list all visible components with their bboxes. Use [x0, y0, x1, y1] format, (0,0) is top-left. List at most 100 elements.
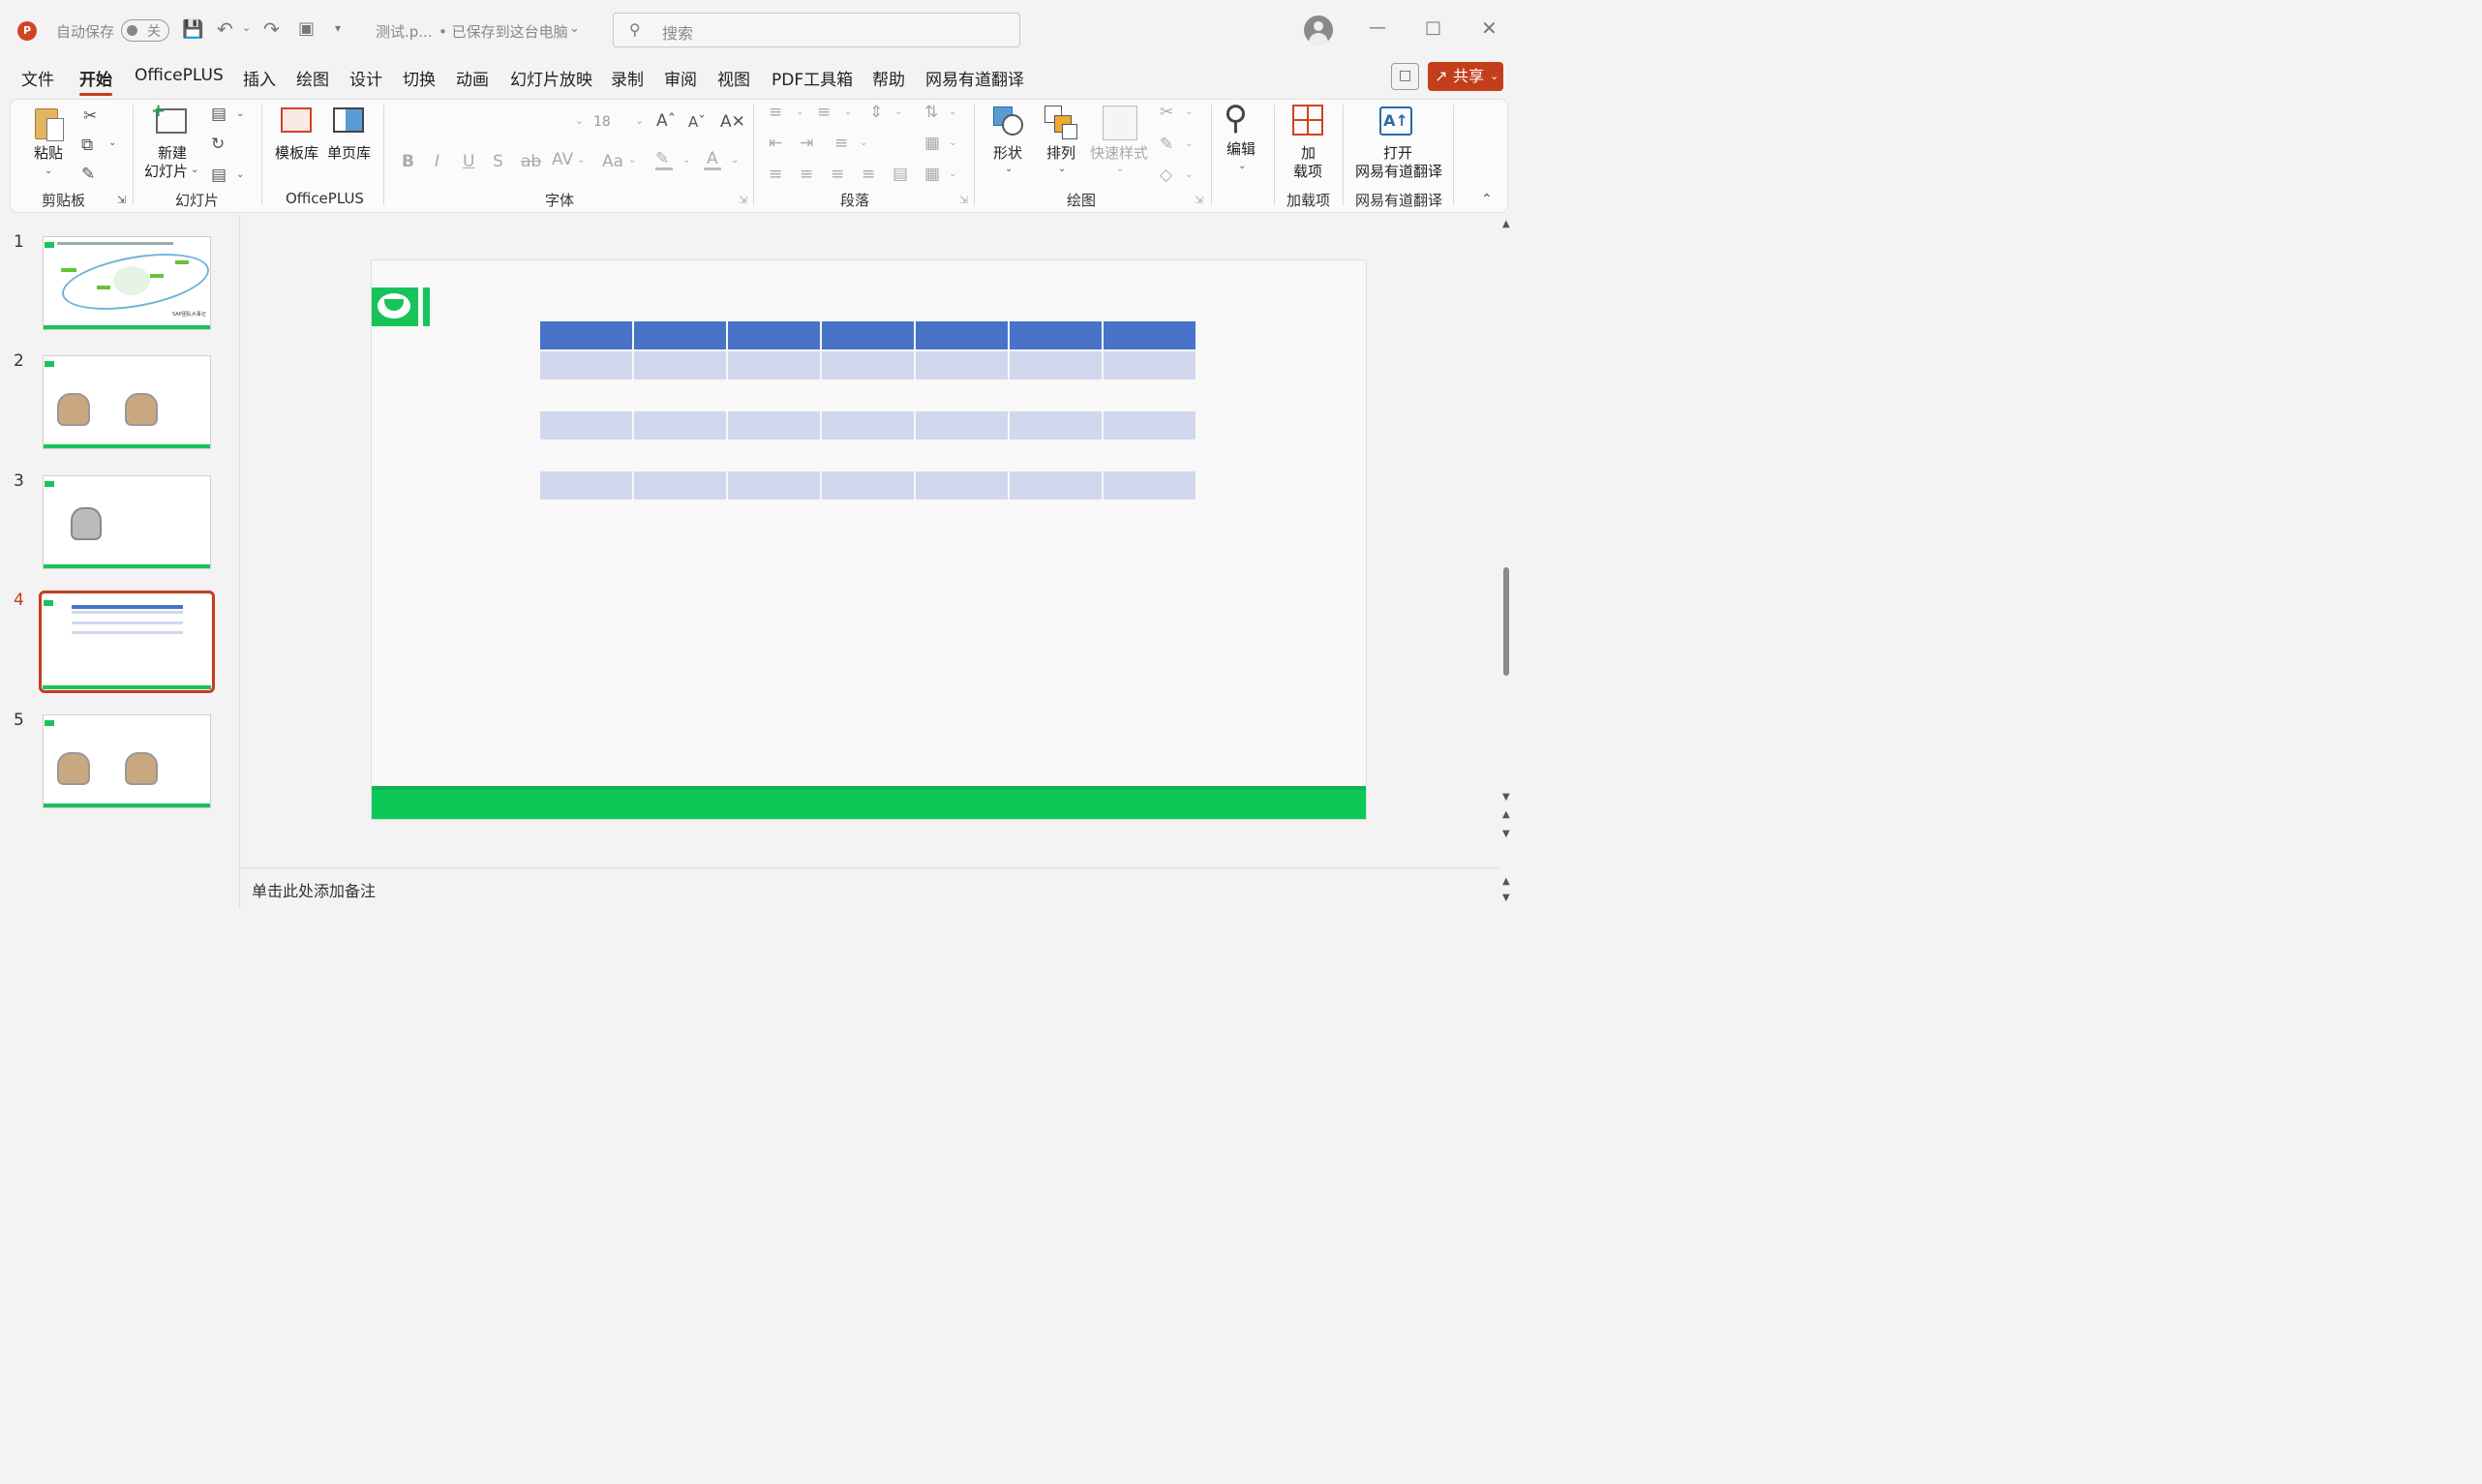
chevron-down-icon[interactable]: ⌄	[949, 106, 956, 117]
chevron-down-icon[interactable]: ⌄	[236, 169, 244, 180]
notes-pane[interactable]: 单击此处添加备注	[240, 867, 1498, 908]
chevron-down-icon[interactable]: ⌄	[844, 106, 852, 117]
slide-thumbnail-2[interactable]	[43, 355, 211, 449]
slide-thumbnail-5[interactable]	[43, 714, 211, 808]
tab-youdao[interactable]: 网易有道翻译	[925, 66, 1024, 90]
minimize-icon[interactable]: —	[1369, 17, 1386, 38]
font-size-field[interactable]: 18	[593, 114, 611, 130]
editing-button[interactable]: ⚲ 编辑 ⌄	[1222, 99, 1260, 178]
tab-slideshow[interactable]: 幻灯片放映	[510, 66, 592, 90]
chevron-down-icon[interactable]: ⌄	[731, 155, 739, 166]
font-name-dropdown-icon[interactable]: ⌄	[575, 114, 584, 127]
shadow-icon[interactable]: S	[493, 152, 503, 171]
tab-view[interactable]: 视图	[717, 66, 750, 90]
slide-thumbnail-4[interactable]	[43, 595, 211, 689]
chevron-down-icon[interactable]: ⌄	[236, 108, 244, 119]
maximize-icon[interactable]: □	[1425, 17, 1441, 38]
table-cell[interactable]	[634, 441, 726, 469]
chevron-down-icon[interactable]: ⌄	[894, 106, 902, 117]
table-cell[interactable]	[1104, 471, 1196, 500]
table-cell[interactable]	[634, 471, 726, 500]
tab-officeplus[interactable]: OfficePLUS	[135, 66, 224, 85]
table-cell[interactable]	[728, 441, 820, 469]
table-cell[interactable]	[634, 321, 726, 349]
tab-review[interactable]: 审阅	[664, 66, 697, 90]
italic-icon[interactable]: I	[435, 152, 439, 171]
decrease-font-icon[interactable]: Aˇ	[688, 113, 706, 131]
table-cell[interactable]	[822, 441, 914, 469]
shape-effects-icon[interactable]: ◇	[1160, 166, 1172, 185]
slide-table[interactable]	[538, 319, 1197, 501]
dialog-launcher-icon[interactable]: ⇲	[1195, 194, 1203, 206]
undo-dropdown-icon[interactable]: ⌄	[242, 21, 251, 34]
justify-icon[interactable]: ≡	[862, 165, 875, 184]
table-cell[interactable]	[1010, 351, 1102, 379]
change-case-icon[interactable]: Aa	[602, 152, 623, 171]
next-slide-icon[interactable]: ▼	[1502, 829, 1510, 839]
layout-icon[interactable]: ▤	[211, 105, 227, 124]
save-icon[interactable]: 💾	[182, 19, 203, 40]
chevron-down-icon[interactable]: ⌄	[569, 21, 580, 36]
scroll-up-icon[interactable]: ▲	[1502, 219, 1510, 229]
highlight-icon[interactable]: ✎	[655, 149, 669, 168]
redo-icon[interactable]: ↷	[263, 17, 280, 41]
numbering-icon[interactable]: ≡	[817, 103, 831, 122]
table-cell[interactable]	[728, 381, 820, 409]
table-cell[interactable]	[540, 441, 632, 469]
table-cell[interactable]	[1010, 441, 1102, 469]
table-cell[interactable]	[540, 471, 632, 500]
search-input[interactable]: 搜索	[662, 20, 693, 44]
chevron-down-icon[interactable]: ⌄	[1185, 138, 1193, 149]
dialog-launcher-icon[interactable]: ⇲	[739, 194, 747, 206]
slide-thumbnail-1[interactable]: SAP团队大事记	[43, 236, 211, 330]
avatar[interactable]	[1304, 15, 1333, 45]
line-spacing-icon[interactable]: ⇕	[869, 103, 883, 122]
table-cell[interactable]	[540, 381, 632, 409]
chevron-down-icon[interactable]: ⌄	[628, 155, 636, 166]
table-cell[interactable]	[916, 411, 1008, 439]
chevron-down-icon[interactable]: ⌄	[860, 137, 867, 148]
table-cell[interactable]	[916, 321, 1008, 349]
chevron-down-icon[interactable]: ⌄	[577, 155, 585, 166]
reset-slide-icon[interactable]: ↻	[211, 135, 225, 154]
autosave-toggle[interactable]: 关	[121, 19, 169, 42]
table-cell[interactable]	[1010, 471, 1102, 500]
arrange-button[interactable]: 排列 ⌄	[1043, 103, 1081, 180]
tab-transitions[interactable]: 切换	[403, 66, 436, 90]
decrease-indent-icon[interactable]: ⇤	[769, 134, 782, 153]
tab-help[interactable]: 帮助	[872, 66, 905, 90]
table-cell[interactable]	[540, 321, 632, 349]
align-right-icon[interactable]: ≡	[831, 165, 844, 184]
search-box[interactable]: ⚲ 搜索	[613, 13, 1020, 47]
table-cell[interactable]	[1010, 321, 1102, 349]
scrollbar-thumb[interactable]	[1503, 567, 1509, 676]
chevron-down-icon[interactable]: ⌄	[949, 137, 956, 148]
chevron-down-icon[interactable]: ⌄	[1185, 169, 1193, 180]
align-center-icon[interactable]: ≡	[800, 165, 813, 184]
single-page-library-button[interactable]: 单页库	[327, 105, 374, 167]
table-cell[interactable]	[916, 351, 1008, 379]
shape-fill-icon[interactable]: ✂	[1160, 103, 1173, 122]
table-cell[interactable]	[822, 381, 914, 409]
customize-toolbar-icon[interactable]: ▾	[335, 21, 341, 35]
table-cell[interactable]	[634, 411, 726, 439]
table-cell[interactable]	[1104, 411, 1196, 439]
section-icon[interactable]: ▤	[211, 166, 227, 185]
quick-styles-button[interactable]: 快速样式 ⌄	[1090, 103, 1150, 180]
tab-draw[interactable]: 绘图	[296, 66, 329, 90]
table-cell[interactable]	[822, 351, 914, 379]
table-cell[interactable]	[540, 411, 632, 439]
table-cell[interactable]	[1104, 321, 1196, 349]
close-icon[interactable]: ✕	[1481, 16, 1498, 40]
table-cell[interactable]	[728, 411, 820, 439]
bold-icon[interactable]: B	[402, 152, 414, 171]
notes-scroll-down-icon[interactable]: ▼	[1502, 893, 1510, 903]
dialog-launcher-icon[interactable]: ⇲	[959, 194, 968, 206]
tab-animations[interactable]: 动画	[456, 66, 489, 90]
chevron-down-icon[interactable]: ⌄	[796, 106, 803, 117]
character-spacing-icon[interactable]: AV	[552, 150, 573, 169]
slide-canvas[interactable]	[371, 259, 1367, 820]
dialog-launcher-icon[interactable]: ⇲	[117, 194, 126, 206]
chevron-down-icon[interactable]: ⌄	[108, 137, 116, 148]
increase-font-icon[interactable]: Aˆ	[656, 111, 676, 131]
